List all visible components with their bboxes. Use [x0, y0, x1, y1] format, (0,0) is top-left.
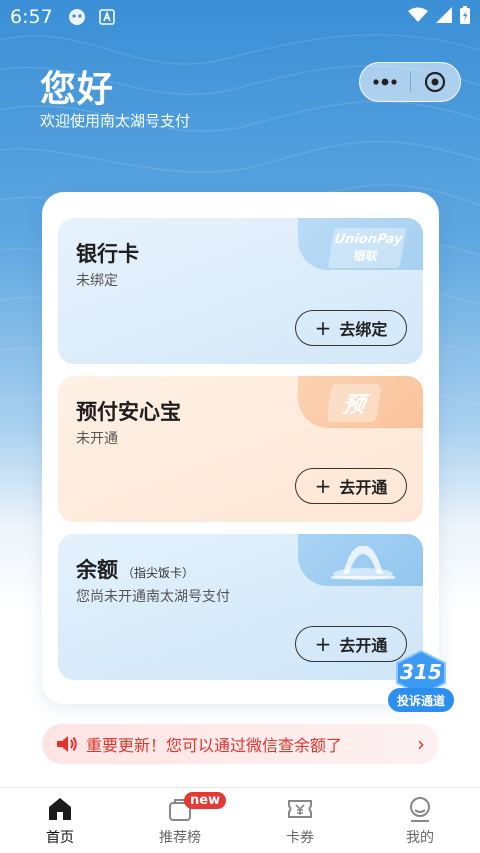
- coupon-icon: [288, 799, 312, 818]
- badge-315-label: 投诉通道: [388, 688, 454, 712]
- balance-title: 余额 （指尖饭卡）: [76, 554, 194, 584]
- tab-coupon[interactable]: 卡券: [240, 788, 360, 853]
- bind-card-button[interactable]: + 去绑定: [295, 310, 407, 346]
- bank-card-section[interactable]: UnionPay 银联 银行卡 未绑定 + 去绑定: [58, 218, 423, 364]
- balance-section[interactable]: 余额 （指尖饭卡） 您尚未开通南太湖号支付 + 去开通: [58, 534, 423, 680]
- tab-profile[interactable]: 我的: [360, 788, 480, 853]
- page-title: 您好: [40, 69, 115, 110]
- bank-card-title: 银行卡: [76, 242, 139, 266]
- complaint-channel-badge[interactable]: 315 投诉通道: [388, 650, 454, 714]
- bridge-logo-icon: [331, 545, 395, 580]
- tab-coupon-label: 卡券: [286, 829, 314, 846]
- prepay-status: 未开通: [76, 431, 118, 447]
- tab-home-label: 首页: [46, 829, 74, 846]
- badge-315-number: 315: [400, 660, 442, 684]
- prepay-logo: 预: [326, 384, 382, 422]
- plus-icon: +: [314, 316, 332, 340]
- miniprogram-capsule: [359, 62, 461, 102]
- wallet-panel: UnionPay 银联 银行卡 未绑定 + 去绑定 预 预付安心宝 未开通 + …: [42, 192, 439, 704]
- notification-icon: [67, 8, 87, 26]
- more-icon: [373, 78, 397, 86]
- signal-icon: [436, 7, 452, 27]
- tab-home[interactable]: 首页: [0, 788, 120, 853]
- close-target-icon: [425, 71, 446, 93]
- tab-recommend-label: 推荐榜: [159, 829, 201, 846]
- tab-recommend[interactable]: new 推荐榜: [120, 788, 240, 853]
- battery-icon: [460, 6, 470, 28]
- wifi-icon: [408, 7, 428, 27]
- bind-card-label: 去绑定: [339, 320, 388, 339]
- bank-card-status: 未绑定: [76, 273, 118, 289]
- tab-profile-label: 我的: [406, 829, 434, 846]
- close-button[interactable]: [410, 63, 460, 101]
- notice-bar[interactable]: 重要更新！您可以通过微信查余额了 ›: [42, 724, 439, 764]
- new-badge: new: [184, 792, 227, 809]
- profile-icon: [410, 796, 430, 822]
- unionpay-logo: UnionPay 银联: [327, 228, 407, 268]
- balance-title-text: 余额: [76, 558, 118, 582]
- balance-title-note: （指尖饭卡）: [122, 566, 195, 580]
- bottom-tab-bar: 首页 new 推荐榜 卡券 我的: [0, 787, 480, 853]
- app-a-icon: [97, 8, 117, 26]
- status-time: 6:57: [10, 6, 53, 28]
- page-subtitle: 欢迎使用南太湖号支付: [40, 112, 191, 130]
- home-icon: [49, 797, 71, 820]
- plus-icon: +: [314, 632, 332, 656]
- speaker-icon: [57, 736, 77, 752]
- more-button[interactable]: [360, 63, 410, 101]
- open-balance-label: 去开通: [339, 636, 388, 655]
- plus-icon: +: [314, 474, 332, 498]
- prepay-section[interactable]: 预 预付安心宝 未开通 + 去开通: [58, 376, 423, 522]
- balance-status: 您尚未开通南太湖号支付: [76, 589, 230, 605]
- notice-text: 重要更新！您可以通过微信查余额了: [86, 736, 343, 755]
- open-prepay-button[interactable]: + 去开通: [295, 468, 407, 504]
- open-prepay-label: 去开通: [339, 478, 388, 497]
- chevron-right-icon: ›: [417, 732, 425, 756]
- prepay-title: 预付安心宝: [76, 400, 181, 424]
- status-bar: 6:57: [0, 0, 480, 34]
